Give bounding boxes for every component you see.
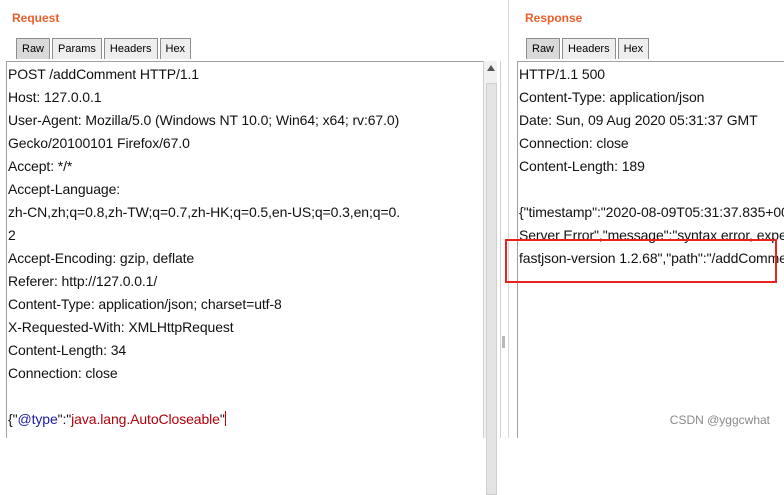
response-tab-headers[interactable]: Headers [562,38,616,59]
response-tab-hex[interactable]: Hex [617,38,650,59]
request-line: Accept-Language: [8,181,121,197]
response-editor[interactable]: HTTP/1.1 500 Content-Type: application/j… [517,61,784,438]
response-tabs: Raw Headers Hex [526,38,651,60]
scroll-up-arrow-icon[interactable] [487,65,495,71]
request-line: 2 [8,227,16,243]
request-tab-headers[interactable]: Headers [103,38,158,59]
response-line: Content-Type: application/json [519,89,705,105]
response-line: Content-Length: 189 [519,158,645,174]
response-line: {"timestamp":"2020-08-09T05:31:37.835+00… [519,204,784,220]
request-line: Content-Length: 34 [8,342,127,358]
body-colon: ":" [57,411,72,427]
request-line: Connection: close [8,365,118,381]
response-line: Connection: close [519,135,629,151]
response-line: Server Error","message":"syntax error, e… [519,227,784,243]
request-body: {"@type":"java.lang.AutoCloseable" [8,411,226,427]
response-tab-raw[interactable]: Raw [526,38,561,59]
watermark: CSDN @yggcwhat [669,413,770,427]
request-panel: Request Raw Params Headers Hex POST /add… [0,0,508,495]
body-key: @type [17,411,58,427]
request-editor[interactable]: POST /addComment HTTP/1.1 Host: 127.0.0.… [6,61,483,438]
request-title: Request [12,11,60,25]
request-line: Referer: http://127.0.0.1/ [8,273,158,289]
panel-divider [500,61,501,438]
response-title: Response [525,11,583,25]
response-line: HTTP/1.1 500 [519,66,605,82]
request-scrollbar[interactable] [483,61,497,495]
request-line: Accept: */* [8,158,73,174]
split-pane-handle[interactable] [502,336,505,348]
response-line: Date: Sun, 09 Aug 2020 05:31:37 GMT [519,112,758,128]
response-line: fastjson-version 1.2.68","path":"/addCom… [519,250,784,266]
request-line: X-Requested-With: XMLHttpRequest [8,319,234,335]
request-line: zh-CN,zh;q=0.8,zh-TW;q=0.7,zh-HK;q=0.5,e… [8,204,400,220]
request-line: POST /addComment HTTP/1.1 [8,66,199,82]
request-tabs: Raw Params Headers Hex [16,38,193,60]
response-panel: Response Raw Headers Hex HTTP/1.1 500 Co… [508,0,784,438]
text-cursor [224,411,226,426]
request-line: Gecko/20100101 Firefox/67.0 [8,135,190,151]
request-tab-params[interactable]: Params [52,38,102,59]
request-line: Host: 127.0.0.1 [8,89,102,105]
request-tab-hex[interactable]: Hex [159,38,192,59]
body-value: java.lang.AutoCloseable [71,411,220,427]
request-line: User-Agent: Mozilla/5.0 (Windows NT 10.0… [8,112,400,128]
request-line: Content-Type: application/json; charset=… [8,296,282,312]
scrollbar-thumb[interactable] [486,83,497,495]
request-line: Accept-Encoding: gzip, deflate [8,250,195,266]
request-tab-raw[interactable]: Raw [16,38,51,59]
